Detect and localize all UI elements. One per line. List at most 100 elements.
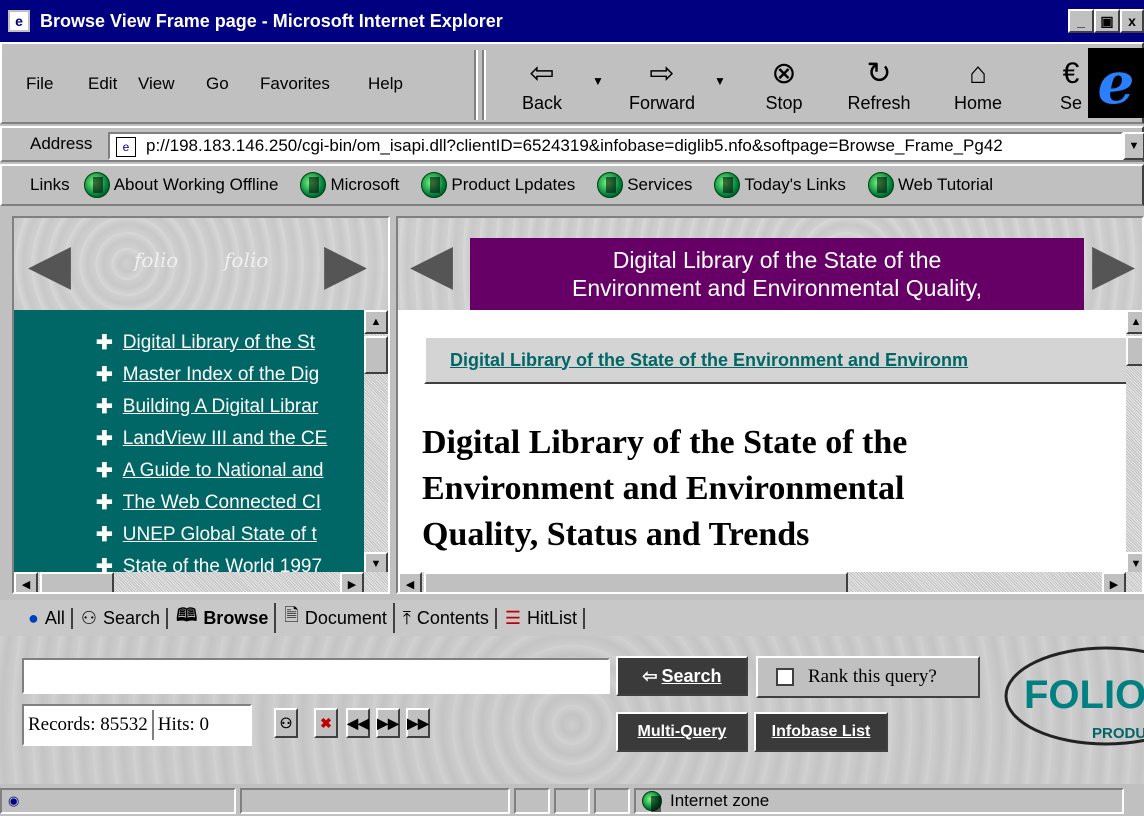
next-arrow-icon[interactable]: ▶ <box>1092 236 1135 292</box>
globe-icon: ● <box>28 607 39 628</box>
link-product-updates[interactable]: Product Lpdates <box>421 172 575 198</box>
prev-arrow-icon[interactable]: ◀ <box>410 236 453 292</box>
expand-plus-icon[interactable]: ✚ <box>96 458 113 483</box>
back-dropdown-icon[interactable]: ▼ <box>592 74 604 88</box>
search-button[interactable]: ⇦ Search <box>616 656 748 696</box>
tab-hitlist[interactable]: ☰ HitList <box>505 607 586 629</box>
document-banner: Digital Library of the State of the Envi… <box>470 238 1084 310</box>
link-services[interactable]: Services <box>597 172 692 198</box>
address-label: Address <box>30 134 93 153</box>
scroll-thumb[interactable] <box>1126 336 1142 366</box>
forward-button[interactable]: ⇨ Forward <box>612 48 712 120</box>
menu-file[interactable]: File <box>26 74 53 94</box>
query-input[interactable] <box>22 658 610 694</box>
scroll-up-icon[interactable]: ▲ <box>1126 310 1142 334</box>
address-input[interactable]: e p://198.183.146.250/cgi-bin/om_isapi.d… <box>108 132 1123 160</box>
link-todays-links[interactable]: Today's Links <box>714 172 846 198</box>
link-page-icon <box>597 172 624 198</box>
rank-query-option[interactable]: Rank this query? <box>756 656 980 698</box>
toc-item[interactable]: ✚ LandView III and the CE <box>96 426 327 451</box>
prev-arrow-icon[interactable]: ◀ <box>28 236 71 292</box>
document-title: Digital Library of the State of the Envi… <box>422 424 908 553</box>
scroll-right-icon[interactable]: ▶ <box>340 572 364 592</box>
book-icon: 🕮 <box>176 605 198 625</box>
tab-all[interactable]: ● All <box>28 607 73 629</box>
scroll-right-icon[interactable]: ▶ <box>1102 572 1126 592</box>
refresh-icon: ↻ <box>866 57 892 90</box>
tab-browse[interactable]: 🕮 Browse <box>176 603 277 633</box>
stop-button[interactable]: ⊗ Stop <box>748 48 820 120</box>
infobase-list-button[interactable]: Infobase List <box>754 712 888 752</box>
menu-help[interactable]: Help <box>368 74 403 94</box>
close-button[interactable]: x <box>1120 9 1144 33</box>
home-button[interactable]: ⌂ Home <box>938 48 1018 120</box>
tab-contents[interactable]: ⤒ Contents <box>403 607 497 629</box>
toc-item[interactable]: ✚ The Web Connected CI <box>96 490 321 515</box>
breadcrumb-link[interactable]: Digital Library of the State of the Envi… <box>450 350 968 371</box>
toc-item[interactable]: ✚ Digital Library of the St <box>96 330 315 355</box>
link-microsoft[interactable]: Microsoft <box>300 172 399 198</box>
ie-window-icon[interactable]: e <box>8 10 30 32</box>
left-horizontal-scrollbar[interactable]: ◀ ▶ <box>14 572 388 592</box>
link-about-working-offline[interactable]: About Working Offline <box>83 172 278 198</box>
minimize-button[interactable]: _ <box>1068 9 1094 33</box>
document-content: Digital Library of the State of the Envi… <box>398 310 1126 576</box>
banner-line-2: Environment and Environmental Quality, <box>572 275 982 301</box>
scroll-thumb[interactable] <box>364 336 388 374</box>
expand-plus-icon[interactable]: ✚ <box>96 426 113 451</box>
left-toc-frame: ◀ folio folio ▶ ✚ Digital Library of the … <box>12 216 390 594</box>
status-panel <box>240 788 510 814</box>
toc-item[interactable]: ✚ UNEP Global State of t <box>96 522 317 547</box>
ie-logo-icon: e <box>1088 48 1144 118</box>
tab-search[interactable]: ⚇ Search <box>81 607 169 629</box>
menu-edit[interactable]: Edit <box>88 74 117 94</box>
link-web-tutorial[interactable]: Web Tutorial <box>867 172 993 198</box>
scroll-left-icon[interactable]: ◀ <box>14 572 38 592</box>
breadcrumb: Digital Library of the State of the Envi… <box>424 336 1126 384</box>
address-dropdown-icon[interactable]: ▼ <box>1123 132 1144 160</box>
binoculars-icon[interactable]: ⚇ <box>274 708 298 738</box>
right-document-frame: ◀ Digital Library of the State of the En… <box>396 216 1144 594</box>
expand-plus-icon[interactable]: ✚ <box>96 330 113 355</box>
expand-plus-icon[interactable]: ✚ <box>96 522 113 547</box>
menu-view[interactable]: View <box>138 74 175 94</box>
tab-document[interactable]: 🗎 Document <box>284 603 395 633</box>
expand-plus-icon[interactable]: ✚ <box>96 394 113 419</box>
address-bar: Address e p://198.183.146.250/cgi-bin/om… <box>0 126 1144 162</box>
toolbar-separator <box>482 50 486 120</box>
back-button[interactable]: ⇦ Back <box>502 48 582 120</box>
expand-plus-icon[interactable]: ✚ <box>96 362 113 387</box>
toc-item[interactable]: ✚ Master Index of the Dig <box>96 362 319 387</box>
forward-dropdown-icon[interactable]: ▼ <box>714 74 726 88</box>
rank-checkbox[interactable] <box>776 668 794 686</box>
toc-item[interactable]: ✚ A Guide to National and <box>96 458 323 483</box>
right-vertical-scrollbar[interactable]: ▲ ▼ <box>1126 310 1142 576</box>
refresh-label: Refresh <box>847 93 911 113</box>
refresh-button[interactable]: ↻ Refresh <box>836 48 922 120</box>
scroll-thumb[interactable] <box>40 572 114 592</box>
hits-count: Hits: 0 <box>157 714 209 735</box>
last-hit-icon[interactable]: ▶▶ <box>406 708 430 738</box>
next-hit-icon[interactable]: ▶▶ <box>376 708 400 738</box>
multi-query-button[interactable]: Multi-Query <box>616 712 748 752</box>
expand-plus-icon[interactable]: ✚ <box>96 490 113 515</box>
menu-go[interactable]: Go <box>206 74 229 94</box>
link-page-icon <box>421 172 448 198</box>
scroll-up-icon[interactable]: ▲ <box>364 310 388 334</box>
search-panel: ⇦ Search Rank this query? Records: 85532… <box>0 636 1144 784</box>
scroll-thumb[interactable] <box>424 572 848 592</box>
scroll-left-icon[interactable]: ◀ <box>398 572 422 592</box>
clear-search-icon[interactable]: ✖ <box>314 708 338 738</box>
links-label: Links <box>30 175 70 194</box>
page-icon: e <box>116 137 136 157</box>
next-arrow-icon[interactable]: ▶ <box>324 236 367 292</box>
search-button[interactable]: € Se <box>1052 48 1090 120</box>
link-page-icon <box>714 172 741 198</box>
right-horizontal-scrollbar[interactable]: ◀ ▶ <box>398 572 1142 592</box>
home-icon: ⌂ <box>968 57 988 90</box>
prev-hit-icon[interactable]: ◀◀ <box>346 708 370 738</box>
menu-favorites[interactable]: Favorites <box>260 74 330 94</box>
toc-item[interactable]: ✚ Building A Digital Librar <box>96 394 318 419</box>
maximize-button[interactable]: ▣ <box>1094 9 1120 33</box>
left-vertical-scrollbar[interactable]: ▲ ▼ <box>364 310 388 576</box>
